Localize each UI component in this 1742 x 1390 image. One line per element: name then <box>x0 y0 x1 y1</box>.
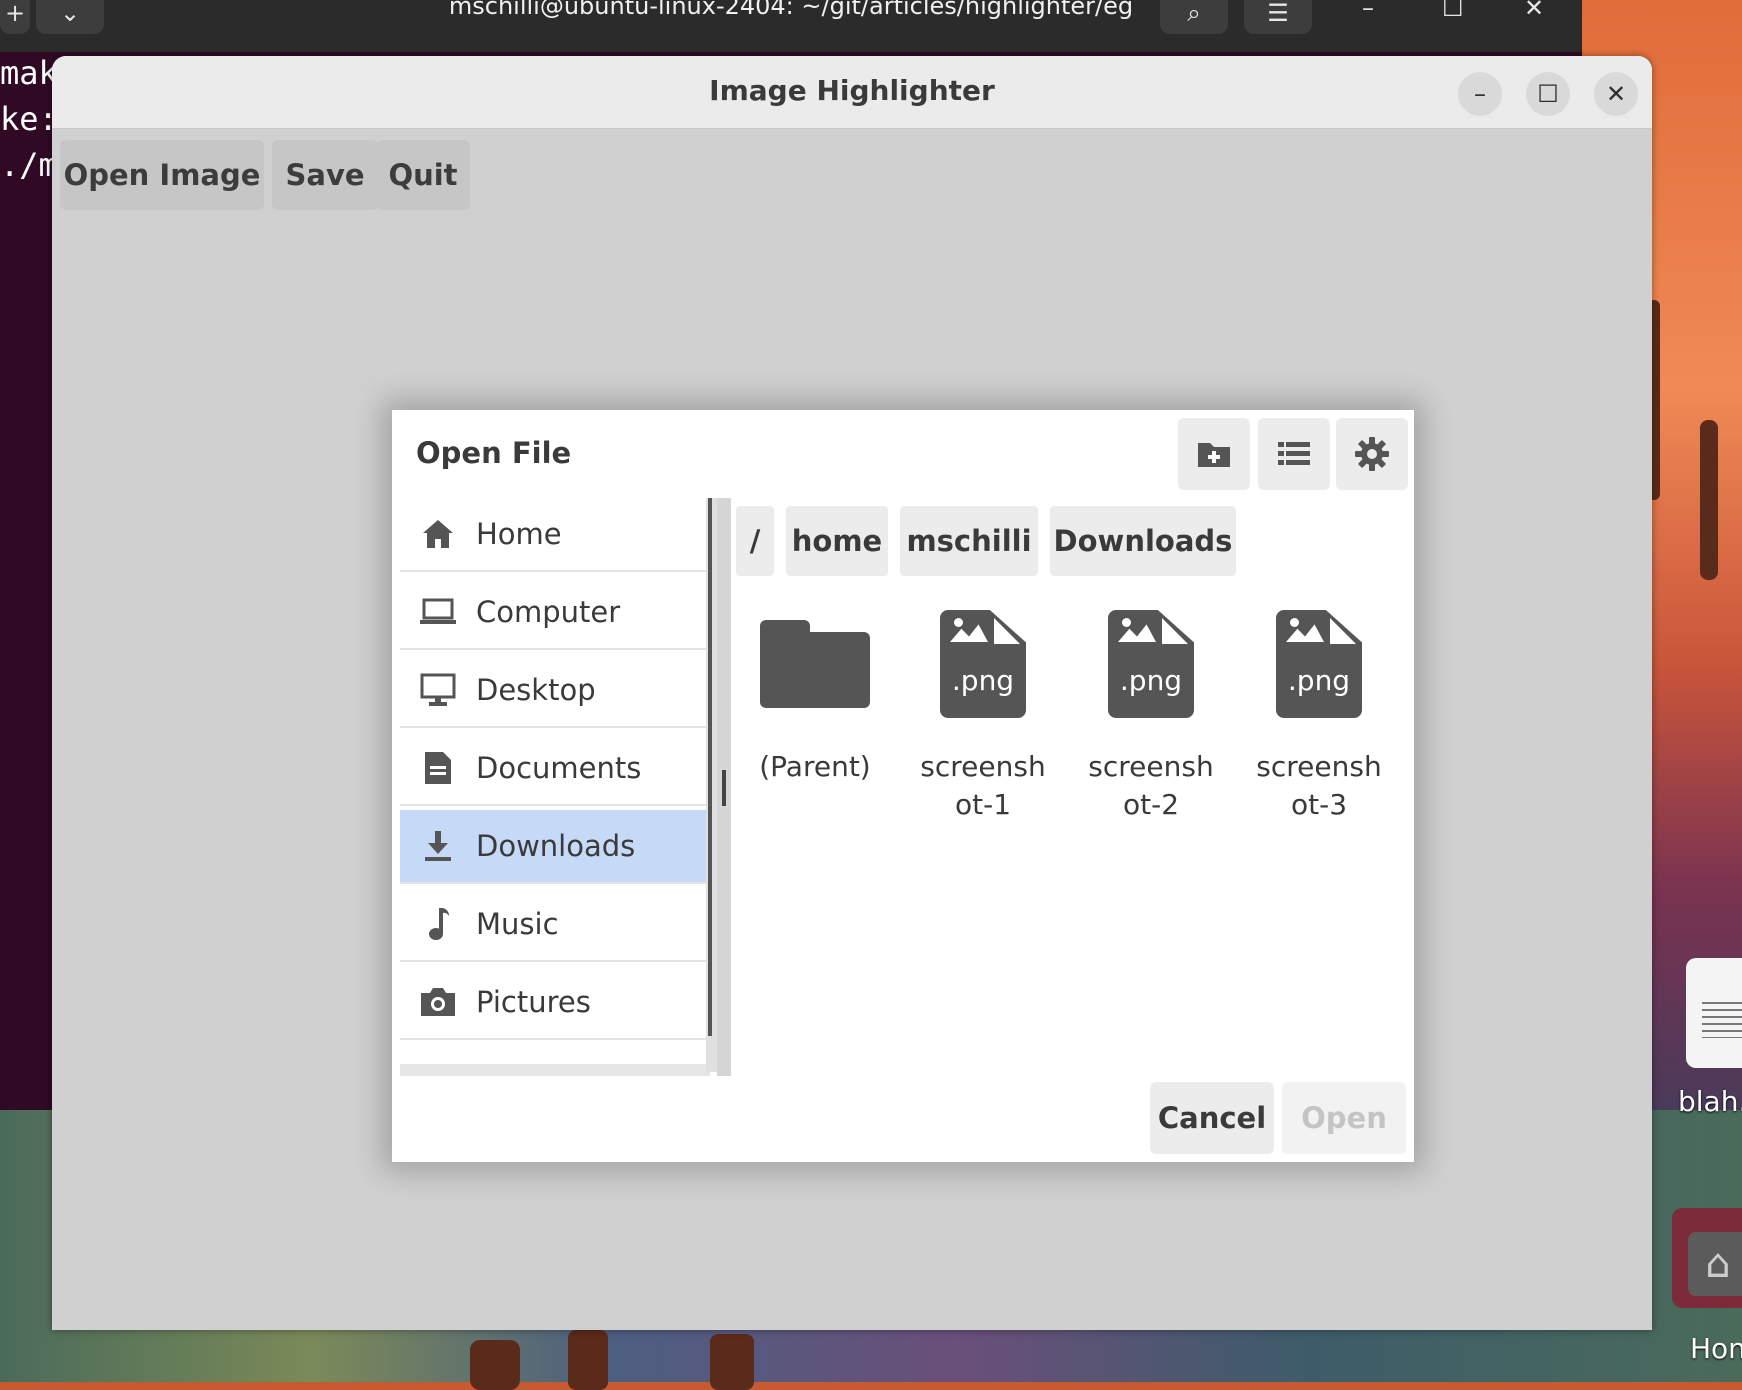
file-item[interactable]: .png screensh ot-3 <box>1244 610 1394 824</box>
terminal-minimize-icon[interactable]: – <box>1362 0 1374 22</box>
sidebar-scrollbar-thumb[interactable] <box>708 498 712 1036</box>
places-sidebar: Home Computer Desktop Documents Download… <box>400 498 712 1076</box>
minimize-icon: – <box>1474 80 1486 108</box>
sidebar-item-music[interactable]: Music <box>400 888 710 962</box>
file-name: screensh ot-1 <box>920 750 1046 821</box>
sidebar-overflow-edge <box>400 1064 710 1076</box>
new-folder-button[interactable] <box>1178 418 1250 490</box>
wallpaper-shape <box>1700 420 1718 580</box>
sidebar-item-label: Documents <box>476 751 642 785</box>
image-file-icon: .png <box>1108 610 1194 718</box>
breadcrumb-mschilli[interactable]: mschilli <box>900 506 1038 576</box>
dialog-title: Open File <box>416 436 572 470</box>
document-icon <box>425 752 451 784</box>
file-item[interactable]: .png screensh ot-1 <box>908 610 1058 824</box>
search-icon: ⌕ <box>1187 0 1201 27</box>
open-file-dialog: Open File Home Computer Desktop Document… <box>392 410 1414 1162</box>
close-icon: ✕ <box>1605 80 1627 108</box>
download-icon <box>425 831 451 861</box>
sidebar-item-pictures[interactable]: Pictures <box>400 966 710 1040</box>
sidebar-item-label: Pictures <box>476 985 591 1019</box>
pane-grip-icon <box>722 770 726 806</box>
terminal-maximize-icon[interactable]: ☐ <box>1442 0 1464 22</box>
desktop-home-label: Hon <box>1690 1332 1742 1365</box>
terminal-line: mak <box>0 54 58 92</box>
maximize-icon: ☐ <box>1537 80 1559 108</box>
desktop-file-icon[interactable] <box>1686 958 1742 1068</box>
image-file-icon: .png <box>1276 610 1362 718</box>
save-button[interactable]: Save <box>272 140 378 210</box>
app-window: Image Highlighter – ☐ ✕ Open Image Save … <box>52 56 1652 1330</box>
sidebar-item-label: Computer <box>476 595 621 629</box>
sidebar-item-downloads[interactable]: Downloads <box>400 810 710 884</box>
terminal-titlebar: + ⌄ mschilli@ubuntu-linux-2404: ~/git/ar… <box>0 0 1582 52</box>
terminal-line: ke: <box>0 100 58 138</box>
file-name: (Parent) <box>759 750 871 783</box>
sidebar-item-desktop[interactable]: Desktop <box>400 654 710 728</box>
quit-button[interactable]: Quit <box>376 140 470 210</box>
sidebar-item-label: Home <box>476 517 562 551</box>
desktop-home-icon[interactable]: ⌂ <box>1672 1208 1742 1308</box>
pane-resize-handle[interactable] <box>717 498 731 1076</box>
breadcrumb-downloads[interactable]: Downloads <box>1050 506 1236 576</box>
list-view-button[interactable] <box>1258 418 1330 490</box>
maximize-button[interactable]: ☐ <box>1526 72 1570 116</box>
terminal-search-button[interactable]: ⌕ <box>1160 0 1228 34</box>
gear-icon <box>1355 437 1389 471</box>
open-button[interactable]: Open <box>1282 1082 1406 1154</box>
sidebar-item-home[interactable]: Home <box>400 498 710 572</box>
cancel-button[interactable]: Cancel <box>1150 1082 1274 1154</box>
terminal-close-icon[interactable]: ✕ <box>1524 0 1544 22</box>
list-view-icon <box>1278 442 1310 465</box>
close-button[interactable]: ✕ <box>1594 72 1638 116</box>
settings-button[interactable] <box>1336 418 1408 490</box>
home-icon <box>423 520 453 548</box>
sidebar-item-label: Desktop <box>476 673 596 707</box>
terminal-line: ./m <box>0 146 58 184</box>
file-name: screensh ot-3 <box>1256 750 1382 821</box>
image-file-icon: .png <box>940 610 1026 718</box>
file-item[interactable]: .png screensh ot-2 <box>1076 610 1226 824</box>
music-note-icon <box>429 908 449 940</box>
app-titlebar[interactable]: Image Highlighter – ☐ ✕ <box>52 56 1652 129</box>
wallpaper-shape <box>568 1330 608 1390</box>
app-title: Image Highlighter <box>709 74 995 107</box>
file-name: screensh ot-2 <box>1088 750 1214 821</box>
open-image-button[interactable]: Open Image <box>60 140 264 210</box>
camera-icon <box>421 988 455 1016</box>
minimize-button[interactable]: – <box>1458 72 1502 116</box>
folder-icon <box>760 620 870 708</box>
sidebar-item-label: Music <box>476 907 559 941</box>
file-item-parent[interactable]: (Parent) <box>740 610 890 786</box>
terminal-title: mschilli@ubuntu-linux-2404: ~/git/articl… <box>448 0 1134 20</box>
hamburger-icon: ☰ <box>1267 0 1289 27</box>
new-folder-icon <box>1198 443 1230 467</box>
sidebar-item-label: Downloads <box>476 829 636 863</box>
sidebar-item-computer[interactable]: Computer <box>400 576 710 650</box>
desktop-file-label: blah. <box>1678 1085 1742 1118</box>
monitor-icon <box>420 673 456 706</box>
breadcrumb-home[interactable]: home <box>786 506 888 576</box>
laptop-icon <box>420 598 456 624</box>
terminal-hamburger-button[interactable]: ☰ <box>1244 0 1312 34</box>
breadcrumb-root[interactable]: / <box>736 506 774 576</box>
sidebar-item-documents[interactable]: Documents <box>400 732 710 806</box>
wallpaper-shape <box>470 1340 520 1390</box>
